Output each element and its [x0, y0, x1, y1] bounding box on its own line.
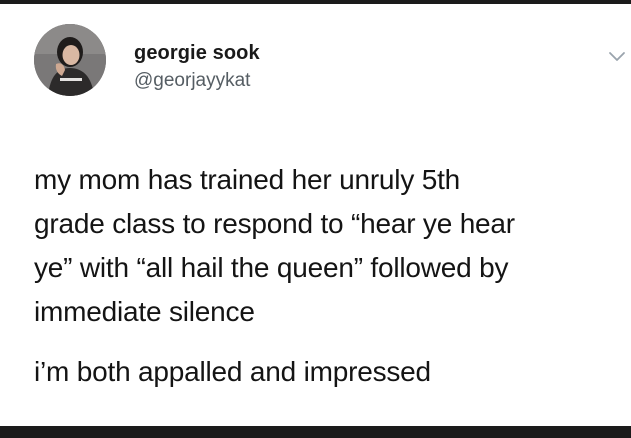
tweet-line: ye” with “all hail the queen” followed b… [34, 252, 509, 283]
tweet-text: my mom has trained her unruly 5th grade … [34, 158, 619, 394]
tweet-header: georgie sook @georjayykat [0, 4, 631, 114]
chevron-down-icon[interactable] [608, 50, 626, 62]
tweet-paragraph: i’m both appalled and impressed [34, 350, 619, 394]
tweet-line: grade class to respond to “hear ye hear [34, 208, 515, 239]
tweet-line: my mom has trained her unruly 5th [34, 164, 461, 195]
user-handle[interactable]: @georjayykat [134, 70, 250, 92]
tweet-card: georgie sook @georjayykat my mom has tra… [0, 4, 631, 426]
tweet-line: i’m both appalled and impressed [34, 356, 431, 387]
tweet-paragraph: my mom has trained her unruly 5th grade … [34, 158, 619, 334]
avatar[interactable] [34, 24, 106, 96]
display-name[interactable]: georgie sook [134, 42, 260, 65]
avatar-photo [34, 24, 106, 96]
tweet-line: immediate silence [34, 296, 255, 327]
